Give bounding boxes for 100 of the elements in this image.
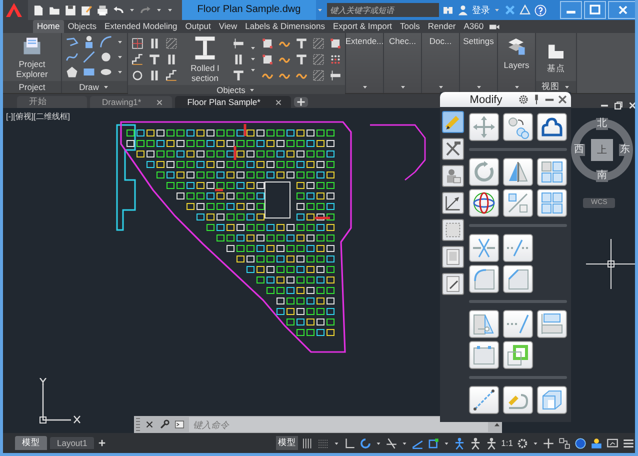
plus-icon[interactable]: [542, 436, 555, 450]
model-space-button[interactable]: 模型: [276, 436, 298, 450]
restore-icon[interactable]: [613, 100, 624, 111]
ribbon-tab[interactable]: Extended Modeling: [100, 20, 182, 33]
ribbon-tab[interactable]: Home: [33, 20, 64, 33]
command-input[interactable]: 键入命令: [189, 417, 488, 432]
palette-title-bar[interactable]: Modify: [440, 92, 571, 107]
palette-tab-button[interactable]: [442, 138, 464, 160]
dot-grid-icon[interactable]: [329, 52, 342, 66]
binoculars-icon[interactable]: [442, 4, 454, 16]
document-tab[interactable]: Floor Plan Sample*: [175, 96, 292, 108]
ribbon-tab[interactable]: Tools: [396, 20, 424, 33]
close-icon[interactable]: [627, 100, 635, 111]
panel-title[interactable]: Project: [3, 81, 61, 93]
ruler-icon[interactable]: [232, 36, 245, 50]
collapsed-panel-button[interactable]: Extende...: [346, 33, 384, 93]
caret-icon[interactable]: [532, 440, 539, 446]
maximize-icon[interactable]: [588, 3, 602, 17]
ring-icon[interactable]: [131, 68, 144, 82]
monitor-icon[interactable]: [606, 436, 619, 450]
tool-button[interactable]: [469, 189, 499, 217]
caret-icon[interactable]: [401, 440, 408, 446]
tool-button[interactable]: [537, 113, 567, 141]
search-field[interactable]: 键入关键字或短语: [327, 3, 439, 17]
viewport-label[interactable]: [-][俯视][二维线框]: [6, 111, 70, 122]
tool-button[interactable]: [503, 158, 533, 186]
triangle-nodes-icon[interactable]: [519, 4, 531, 16]
steps-icon[interactable]: [165, 68, 178, 82]
t-shape-icon[interactable]: [295, 36, 308, 50]
plus-icon[interactable]: [97, 438, 108, 448]
ribbon-tab[interactable]: Render: [424, 20, 460, 33]
compass-label[interactable]: 北: [596, 118, 608, 130]
user-icon[interactable]: [457, 4, 469, 16]
annotation-scale-dropdown[interactable]: 1:1: [501, 438, 513, 448]
steps-icon[interactable]: [131, 52, 144, 66]
t-shape-icon[interactable]: [232, 68, 245, 82]
t-shape-icon[interactable]: [148, 52, 161, 66]
grip-handle[interactable]: [136, 418, 140, 431]
document-tab[interactable]: Drawing1*: [90, 96, 172, 108]
view-cube-face[interactable]: 上: [591, 139, 613, 161]
crossed-lines-icon[interactable]: [385, 436, 398, 450]
caret-icon[interactable]: [443, 440, 450, 446]
collapsed-panel-button[interactable]: Settings: [460, 33, 498, 93]
caret-icon[interactable]: [375, 440, 382, 446]
caret-icon[interactable]: [128, 6, 136, 14]
collapsed-panel-button[interactable]: Chec...: [384, 33, 422, 93]
ribbon-tab[interactable]: A360: [460, 20, 488, 33]
palette-tab-button[interactable]: [442, 111, 464, 133]
stick-figure-icon[interactable]: [485, 436, 498, 450]
ribbon-tab[interactable]: Export & Import: [328, 20, 396, 33]
pencil-document-icon[interactable]: [80, 4, 93, 16]
plus-icon[interactable]: [295, 96, 308, 108]
hatch-icon[interactable]: [312, 36, 325, 50]
palette-tab-button[interactable]: [442, 246, 464, 268]
caret-icon[interactable]: [333, 440, 340, 446]
square-icon[interactable]: [261, 52, 274, 66]
printer-icon[interactable]: [96, 4, 109, 16]
rolled-i-section-button[interactable]: Rolled I section: [182, 35, 228, 83]
ribbon-tab[interactable]: Labels & Dimensions: [241, 20, 329, 33]
prompt-icon[interactable]: [174, 419, 185, 430]
t-shape-icon[interactable]: [295, 52, 308, 66]
palette-tab-button[interactable]: [442, 192, 464, 214]
hatch-icon[interactable]: [312, 68, 325, 82]
circle-icon[interactable]: [99, 50, 113, 64]
ruler-icon[interactable]: [329, 68, 342, 82]
hatch-icon[interactable]: [312, 52, 325, 66]
line-icon[interactable]: [82, 50, 96, 64]
square-icon[interactable]: [261, 36, 274, 50]
pentagon-icon[interactable]: [65, 64, 79, 79]
close-icon[interactable]: [274, 98, 284, 106]
close-icon[interactable]: [557, 94, 568, 105]
compass-ring-icon[interactable]: [570, 118, 634, 182]
layout-tab[interactable]: 模型: [15, 436, 47, 450]
stick-figure-icon[interactable]: [469, 436, 482, 450]
document-icon[interactable]: [32, 4, 45, 16]
compass-label[interactable]: 西: [573, 144, 585, 156]
tool-button[interactable]: [503, 113, 533, 141]
square-icon[interactable]: [329, 36, 342, 50]
hatch-icon[interactable]: [165, 36, 178, 50]
palette-tab-button[interactable]: [442, 165, 464, 187]
document-tab[interactable]: 开始: [17, 96, 87, 108]
collapsed-panel-button[interactable]: Doc...: [422, 33, 460, 93]
compass-label[interactable]: 南: [596, 170, 608, 182]
ribbon-tab[interactable]: Objects: [64, 20, 101, 33]
ribbon-tab[interactable]: View: [214, 20, 242, 33]
arc-icon[interactable]: [99, 35, 113, 50]
ribbon-tab[interactable]: Output: [181, 20, 215, 33]
grid-icon[interactable]: [131, 36, 144, 50]
sign-in-link[interactable]: 登录: [472, 4, 490, 16]
base-point-button[interactable]: 基点: [536, 33, 576, 81]
person-monitor-icon[interactable]: [590, 436, 603, 450]
project-explorer-button[interactable]: Project Explorer: [6, 35, 58, 79]
snap-square-icon[interactable]: [427, 436, 440, 450]
right-angle-icon[interactable]: [343, 436, 356, 450]
layout-tab[interactable]: Layout1: [50, 437, 94, 449]
layers-button[interactable]: Layers: [498, 33, 536, 93]
help-icon[interactable]: [534, 4, 547, 16]
close-icon[interactable]: [144, 419, 155, 430]
compass-label[interactable]: 东: [619, 144, 631, 156]
wrench-icon[interactable]: [159, 419, 170, 430]
